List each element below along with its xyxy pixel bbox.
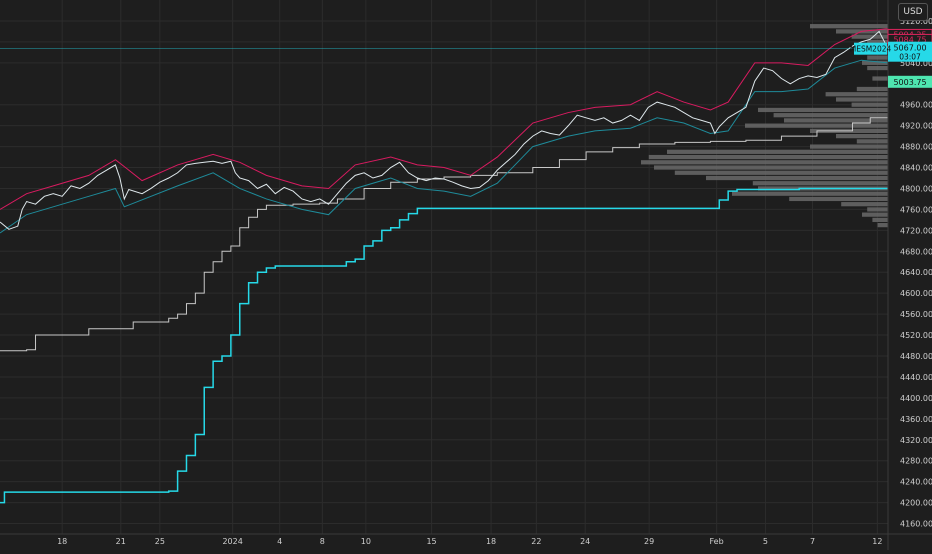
y-tick-label: 4240.00 [900,478,932,487]
volume-profile-bar [810,144,888,149]
y-tick-label: 4400.00 [900,394,932,403]
y-tick-label: 4640.00 [900,268,932,277]
y-tick-label: 4320.00 [900,436,932,445]
volume-profile-bar [867,65,888,71]
volume-profile-bar [706,175,888,181]
x-tick-label: 21 [116,537,126,546]
volume-profile-bar [872,76,888,81]
chart-area[interactable]: 4160.00 4200.00 4240.00 4280.00 4320.00 4360.… [0,0,932,550]
volume-profile-bar [789,196,888,202]
y-tick-label: 4600.00 [900,289,932,298]
volume-profile-bar [745,123,888,128]
y-tick-label: 4680.00 [900,247,932,256]
instrument-label: MESM2024 [850,45,892,54]
x-tick-label: Feb [710,537,724,546]
x-tick-label: 4 [277,537,282,546]
y-tick-label: 4360.00 [900,415,932,424]
currency-button[interactable]: USD [898,3,928,21]
y-tick-label: 4560.00 [900,310,932,319]
volume-profile-bar [667,149,888,154]
last-price-countdown: 03:07 [899,53,921,62]
volume-profile-bar [773,113,888,118]
x-tick-label: 29 [644,537,654,546]
y-tick-label: 4200.00 [900,499,932,508]
volume-profile-bar [836,134,888,139]
y-tick-label: 4520.00 [900,331,932,340]
volume-profile-bar [867,207,888,212]
y-tick-label: 4920.00 [900,122,932,131]
volume-profile-bar [648,154,888,160]
y-tick-label: 4280.00 [900,457,932,466]
x-tick-label: 18 [57,537,67,546]
volume-profile-bar [825,92,888,97]
x-tick-label: 5 [763,537,768,546]
x-tick-label: 18 [486,537,496,546]
volume-profile-bar [758,107,888,113]
x-tick-label: 25 [155,537,165,546]
x-tick-label: 7 [810,537,815,546]
y-tick-label: 4160.00 [900,520,932,529]
price-tag-label: 5003.75 [893,78,926,87]
volume-profile-bar [732,191,888,196]
volume-profile-bar [641,160,888,165]
volume-profile-bar [836,97,888,102]
y-tick-label: 4760.00 [900,205,932,214]
volume-profile-bar [851,102,888,107]
volume-profile-bar [654,165,888,170]
volume-profile-bar [674,170,888,175]
volume-profile-bar [872,217,888,222]
y-tick-label: 4880.00 [900,143,932,152]
volume-profile-bar [856,139,888,144]
x-tick-label: 22 [531,537,541,546]
volume-profile-bar [810,24,888,29]
price-chart[interactable]: 4160.00 4200.00 4240.00 4280.00 4320.00 4360.… [0,0,932,550]
y-tick-label: 4840.00 [900,164,932,173]
x-tick-label: 2024 [222,537,242,546]
y-tick-label: 4960.00 [900,101,932,110]
volume-profile-bar [856,86,888,92]
volume-profile-bar [867,55,888,60]
y-tick-label: 4800.00 [900,184,932,193]
x-tick-label: 12 [872,537,882,546]
volume-profile-bar [862,212,888,217]
volume-profile-bar [841,202,888,207]
x-tick-label: 24 [580,537,590,546]
volume-profile-bar [784,118,888,123]
last-price-value: 5067.00 [893,44,926,53]
volume-profile-bar [877,223,888,228]
y-tick-label: 4720.00 [900,226,932,235]
x-tick-label: 10 [361,537,371,546]
x-tick-label: 8 [320,537,325,546]
y-tick-label: 4480.00 [900,352,932,361]
y-tick-label: 4440.00 [900,373,932,382]
volume-profile-bar [752,181,888,186]
x-tick-label: 15 [426,537,436,546]
